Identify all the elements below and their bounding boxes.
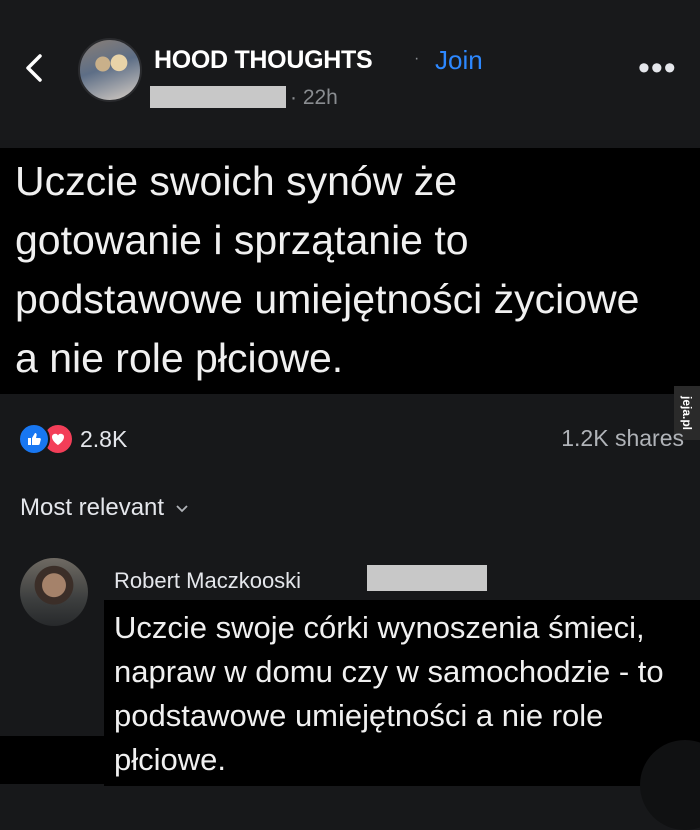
comment-text: Uczcie swoje córki wynoszenia śmieci, na…	[114, 610, 664, 777]
more-options-icon[interactable]: •••	[638, 51, 677, 85]
group-avatar[interactable]	[78, 38, 142, 102]
redacted-badge	[367, 565, 487, 591]
join-button[interactable]: Join	[435, 45, 483, 76]
redacted-author	[150, 86, 286, 108]
reactions-summary[interactable]: 2.8K	[18, 423, 127, 455]
comment-text-background-left	[0, 736, 110, 784]
chevron-down-icon	[176, 505, 188, 513]
sort-label: Most relevant	[20, 494, 165, 521]
group-name[interactable]: HOOD THOUGHTS	[154, 46, 373, 75]
post-text: Uczcie swoich synów że gotowanie i sprzą…	[15, 158, 640, 381]
reaction-count: 2.8K	[80, 425, 128, 452]
separator-dot: ·	[414, 50, 420, 67]
commenter-name[interactable]: Robert Maczkooski	[114, 568, 301, 594]
post-time: · 22h	[290, 86, 338, 109]
comment-sort-dropdown[interactable]: Most relevant	[20, 494, 190, 522]
shares-count[interactable]: 1.2K shares	[561, 425, 684, 452]
commenter-avatar[interactable]	[20, 558, 88, 626]
back-arrow-icon[interactable]	[18, 50, 50, 86]
like-reaction-icon	[18, 423, 50, 455]
